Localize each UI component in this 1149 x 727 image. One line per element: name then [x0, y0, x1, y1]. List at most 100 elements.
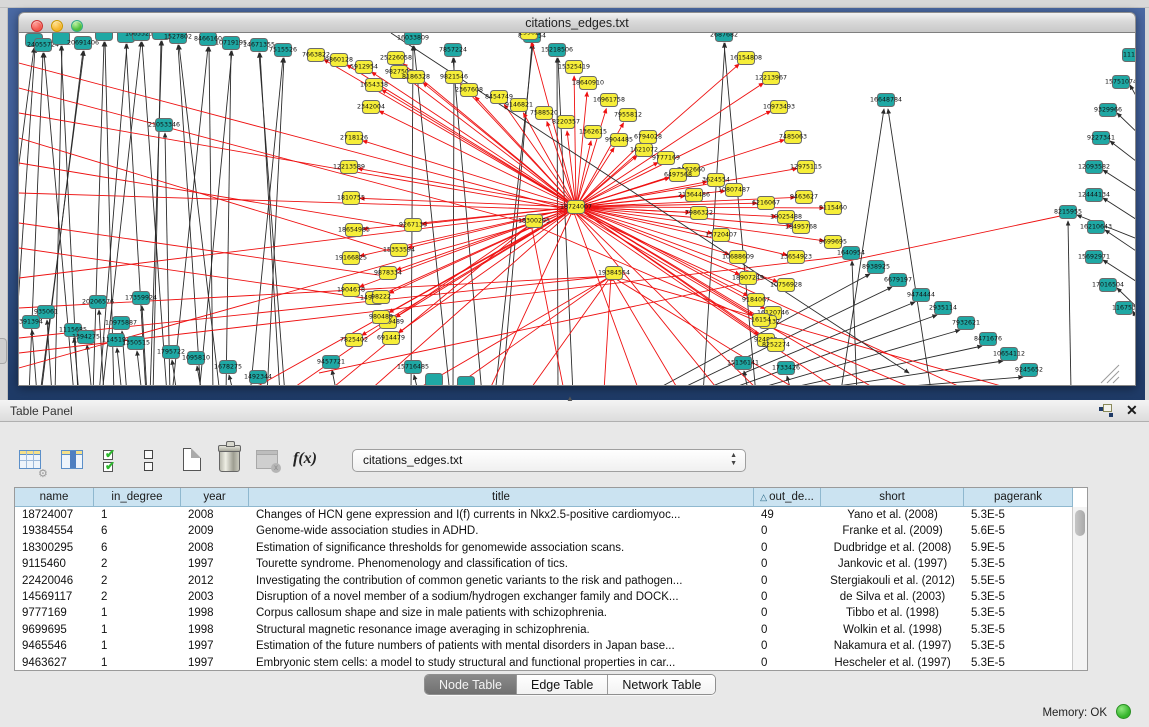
column-header-in_degree[interactable]: in_degree: [94, 488, 181, 507]
cell-pagerank[interactable]: 5.3E-5: [964, 638, 1073, 654]
cell-year[interactable]: 1997: [181, 638, 249, 654]
graph-node[interactable]: [96, 33, 113, 41]
cell-name[interactable]: 9463627: [15, 655, 94, 671]
cell-name[interactable]: 19384554: [15, 523, 94, 539]
cell-title[interactable]: Tourette syndrome. Phenomenology and cla…: [249, 556, 754, 572]
split-divider-handle[interactable]: ▲: [566, 394, 574, 403]
cell-title[interactable]: Embryonic stem cells: a model to study s…: [249, 655, 754, 671]
cell-title[interactable]: Estimation of significance thresholds fo…: [249, 540, 754, 556]
tab-node-table[interactable]: Node Table: [425, 675, 517, 695]
column-header-name[interactable]: name: [15, 488, 94, 507]
cell-in_degree[interactable]: 6: [94, 523, 181, 539]
cell-name[interactable]: 9777169: [15, 605, 94, 621]
cell-name[interactable]: 9699695: [15, 622, 94, 638]
cell-year[interactable]: 1998: [181, 622, 249, 638]
cell-title[interactable]: Corpus callosum shape and size in male p…: [249, 605, 754, 621]
table-panel-header[interactable]: ▲ Table Panel ✕: [0, 400, 1149, 422]
cell-out_de[interactable]: 0: [754, 540, 821, 556]
table-row[interactable]: 911546021997Tourette syndrome. Phenomeno…: [15, 556, 1073, 572]
cell-in_degree[interactable]: 1: [94, 655, 181, 671]
cell-out_de[interactable]: 49: [754, 507, 821, 523]
cell-out_de[interactable]: 0: [754, 573, 821, 589]
citation-network-graph[interactable]: 2405572420691406106552571527802846616010…: [19, 33, 1136, 386]
scrollbar-thumb[interactable]: [1075, 510, 1085, 536]
cell-out_de[interactable]: 0: [754, 622, 821, 638]
cell-pagerank[interactable]: 5.3E-5: [964, 556, 1073, 572]
table-row[interactable]: 946362711997Embryonic stem cells: a mode…: [15, 655, 1073, 671]
column-header-year[interactable]: year: [181, 488, 249, 507]
cell-in_degree[interactable]: 1: [94, 638, 181, 654]
cell-pagerank[interactable]: 5.6E-5: [964, 523, 1073, 539]
column-header-title[interactable]: title: [249, 488, 754, 507]
cell-title[interactable]: Investigating the contribution of common…: [249, 573, 754, 589]
cell-short[interactable]: Dudbridge et al. (2008): [821, 540, 964, 556]
cell-pagerank[interactable]: 5.3E-5: [964, 507, 1073, 523]
table-row[interactable]: 1456911722003Disruption of a novel membe…: [15, 589, 1073, 605]
cell-name[interactable]: 18724007: [15, 507, 94, 523]
cell-year[interactable]: 1998: [181, 605, 249, 621]
table-row[interactable]: 1938455462009Genome-wide association stu…: [15, 523, 1073, 539]
column-header-out_de[interactable]: △out_de...: [754, 488, 821, 507]
network-canvas[interactable]: 2405572420691406106552571527802846616010…: [18, 33, 1136, 386]
column-header-pagerank[interactable]: pagerank: [964, 488, 1073, 507]
cell-year[interactable]: 2008: [181, 507, 249, 523]
cell-title[interactable]: Genome-wide association studies in ADHD.: [249, 523, 754, 539]
cell-in_degree[interactable]: 1: [94, 605, 181, 621]
network-window-titlebar[interactable]: citations_edges.txt: [18, 12, 1136, 33]
cell-out_de[interactable]: 0: [754, 556, 821, 572]
cell-year[interactable]: 1997: [181, 655, 249, 671]
cell-pagerank[interactable]: 5.3E-5: [964, 622, 1073, 638]
cell-short[interactable]: Jankovic et al. (1997): [821, 556, 964, 572]
cell-short[interactable]: Franke et al. (2009): [821, 523, 964, 539]
cell-in_degree[interactable]: 2: [94, 589, 181, 605]
memory-status-icon[interactable]: [1116, 704, 1131, 719]
table-settings-icon[interactable]: ⚙: [16, 446, 46, 476]
table-row[interactable]: 977716911998Corpus callosum shape and si…: [15, 605, 1073, 621]
cell-short[interactable]: Tibbo et al. (1998): [821, 605, 964, 621]
column-header-short[interactable]: short: [821, 488, 964, 507]
cell-short[interactable]: Stergiakouli et al. (2012): [821, 573, 964, 589]
cell-out_de[interactable]: 0: [754, 605, 821, 621]
table-row[interactable]: 969969511998Structural magnetic resonanc…: [15, 622, 1073, 638]
cell-year[interactable]: 2012: [181, 573, 249, 589]
table-row[interactable]: 1872400712008Changes of HCN gene express…: [15, 507, 1073, 523]
cell-out_de[interactable]: 0: [754, 589, 821, 605]
close-panel-icon[interactable]: ✕: [1126, 402, 1138, 419]
cell-name[interactable]: 9115460: [15, 556, 94, 572]
cell-pagerank[interactable]: 5.3E-5: [964, 655, 1073, 671]
table-select-dropdown[interactable]: citations_edges.txt ▲▼: [352, 449, 746, 472]
cell-pagerank[interactable]: 5.5E-5: [964, 573, 1073, 589]
cell-in_degree[interactable]: 2: [94, 573, 181, 589]
cell-out_de[interactable]: 0: [754, 523, 821, 539]
tab-edge-table[interactable]: Edge Table: [517, 675, 608, 695]
new-table-icon[interactable]: [178, 446, 208, 476]
function-builder-icon[interactable]: f(x): [293, 450, 329, 480]
cell-year[interactable]: 2009: [181, 523, 249, 539]
cell-in_degree[interactable]: 1: [94, 507, 181, 523]
graph-node[interactable]: [458, 377, 475, 387]
vertical-scrollbar[interactable]: [1072, 507, 1087, 670]
cell-name[interactable]: 22420046: [15, 573, 94, 589]
show-columns-icon[interactable]: [58, 446, 88, 476]
table-row[interactable]: 2242004622012Investigating the contribut…: [15, 573, 1073, 589]
cell-title[interactable]: Changes of HCN gene expression and I(f) …: [249, 507, 754, 523]
cell-pagerank[interactable]: 5.9E-5: [964, 540, 1073, 556]
float-panel-icon[interactable]: [1099, 404, 1113, 418]
graph-node[interactable]: [426, 374, 443, 387]
cell-year[interactable]: 1997: [181, 556, 249, 572]
cell-pagerank[interactable]: 5.3E-5: [964, 589, 1073, 605]
cell-name[interactable]: 9465546: [15, 638, 94, 654]
network-window[interactable]: citations_edges.txt 24055724206914061065…: [18, 12, 1136, 386]
cell-short[interactable]: Yano et al. (2008): [821, 507, 964, 523]
cell-short[interactable]: Nakamura et al. (1997): [821, 638, 964, 654]
cell-year[interactable]: 2008: [181, 540, 249, 556]
cell-out_de[interactable]: 0: [754, 638, 821, 654]
table-row[interactable]: 1830029562008Estimation of significance …: [15, 540, 1073, 556]
cell-name[interactable]: 14569117: [15, 589, 94, 605]
cell-year[interactable]: 2003: [181, 589, 249, 605]
cell-out_de[interactable]: 0: [754, 655, 821, 671]
cell-pagerank[interactable]: 5.3E-5: [964, 605, 1073, 621]
clear-selection-icon[interactable]: [135, 446, 165, 476]
cell-title[interactable]: Estimation of the future numbers of pati…: [249, 638, 754, 654]
hidden-panel-handle[interactable]: [0, 338, 7, 364]
